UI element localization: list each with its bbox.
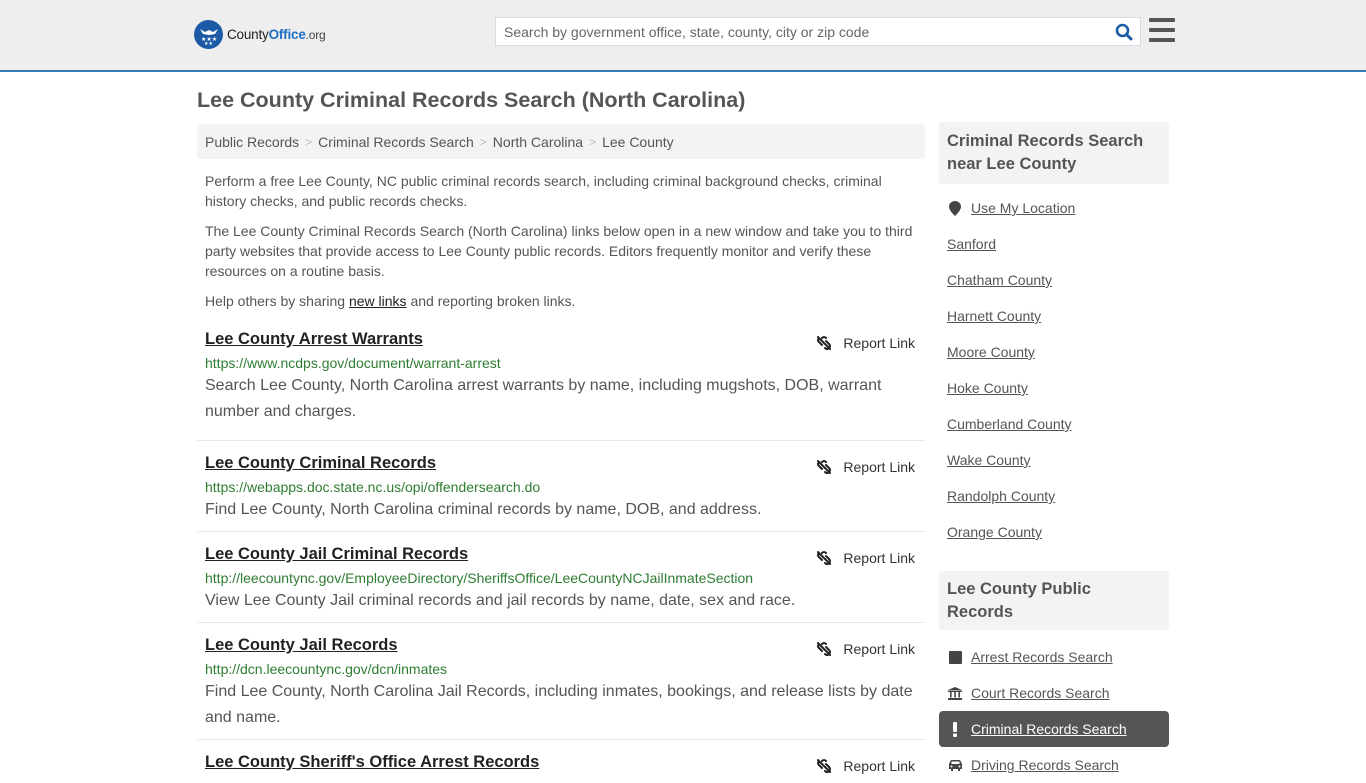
site-logo[interactable]: ★★★ ★★ CountyOffice.org [194,20,326,49]
nearby-item[interactable]: Moore County [947,334,1161,370]
nearby-item[interactable]: Hoke County [947,370,1161,406]
result-title-link[interactable]: Lee County Arrest Warrants [205,329,423,349]
hamburger-menu-button[interactable] [1149,18,1175,42]
breadcrumb-criminal-records-search[interactable]: Criminal Records Search [318,134,474,150]
main-content: Public Records > Criminal Records Search… [197,124,925,780]
intro-text: Perform a free Lee County, NC public cri… [197,171,925,311]
public-records-item[interactable]: Court Records Search [947,675,1161,711]
nearby-item[interactable]: Wake County [947,442,1161,478]
report-link-button[interactable]: Report Link [816,641,915,657]
nearby-list: Use My Location Sanford Chatham County H… [939,190,1169,550]
breadcrumb-separator: > [479,134,487,149]
broken-link-icon [817,336,832,350]
nearby-item[interactable]: Chatham County [947,262,1161,298]
menu-bar [1149,38,1175,42]
help-paragraph: Help others by sharing new links and rep… [205,293,576,309]
nearby-link-wake-county[interactable]: Wake County [947,452,1031,468]
nearby-link-randolph-county[interactable]: Randolph County [947,488,1055,504]
results-list: Lee County Arrest Warrants https://www.n… [197,329,925,780]
svg-text:★★: ★★ [204,41,213,45]
public-records-list: Arrest Records Search Court Records Sear… [939,639,1169,783]
result-title-link[interactable]: Lee County Jail Records [205,635,398,655]
broken-link-icon [817,759,832,773]
driving-records-search-link[interactable]: Driving Records Search [971,757,1119,773]
result-item: Lee County Jail Criminal Records http://… [197,532,925,623]
breadcrumb-separator: > [589,134,597,149]
nearby-link-cumberland-county[interactable]: Cumberland County [947,416,1072,432]
nearby-link-hoke-county[interactable]: Hoke County [947,380,1028,396]
result-url-link[interactable]: http://leecountync.gov/EmployeeDirectory… [205,569,917,587]
result-item: Lee County Criminal Records https://weba… [197,441,925,532]
courthouse-icon [947,686,963,700]
nearby-item[interactable]: Randolph County [947,478,1161,514]
nearby-item[interactable]: Cumberland County [947,406,1161,442]
use-my-location-item[interactable]: Use My Location [947,190,1161,226]
result-title-link[interactable]: Lee County Criminal Records [205,453,436,473]
result-description: Find Lee County, North Carolina criminal… [205,501,762,518]
car-icon [947,759,963,771]
broken-link-icon [817,642,832,656]
search-input[interactable] [496,18,1108,45]
report-link-button[interactable]: Report Link [816,758,915,774]
menu-bar [1149,28,1175,32]
result-description: Find Lee County, North Carolina Jail Rec… [205,683,913,726]
search-button[interactable] [1108,18,1140,45]
result-url-link[interactable]: https://www.ncdps.gov/document/warrant-a… [205,354,917,372]
result-description: Search Lee County, North Carolina arrest… [205,377,882,420]
breadcrumb: Public Records > Criminal Records Search… [197,124,925,159]
breadcrumb-public-records[interactable]: Public Records [205,134,299,150]
eagle-stars-logo-icon: ★★★ ★★ [194,20,223,49]
broken-link-icon [817,460,832,474]
nearby-item[interactable]: Orange County [947,514,1161,550]
logo-text: CountyOffice.org [227,27,326,42]
public-records-item[interactable]: Driving Records Search [947,747,1161,783]
nearby-item[interactable]: Sanford [947,226,1161,262]
result-url-link[interactable]: http://dcn.leecountync.gov/dcn/inmates [205,660,917,678]
criminal-records-search-link[interactable]: Criminal Records Search [971,721,1127,737]
public-records-item[interactable]: Arrest Records Search [947,639,1161,675]
result-item: Lee County Sheriff's Office Arrest Recor… [197,740,925,780]
report-link-button[interactable]: Report Link [816,335,915,351]
result-title-link[interactable]: Lee County Sheriff's Office Arrest Recor… [205,752,539,772]
menu-bar [1149,18,1175,22]
square-icon [947,650,963,664]
report-link-button[interactable]: Report Link [816,459,915,475]
arrest-records-search-link[interactable]: Arrest Records Search [971,649,1113,665]
nearby-heading: Criminal Records Search near Lee County [939,122,1169,184]
result-item: Lee County Arrest Warrants https://www.n… [197,329,925,441]
exclamation-icon [947,721,963,737]
broken-link-icon [817,551,832,565]
court-records-search-link[interactable]: Court Records Search [971,685,1110,701]
breadcrumb-separator: > [305,134,313,149]
intro-paragraph: Perform a free Lee County, NC public cri… [205,173,882,209]
nearby-link-sanford[interactable]: Sanford [947,236,996,252]
use-my-location-link[interactable]: Use My Location [971,200,1075,216]
map-pin-icon [947,200,963,216]
result-url-link[interactable]: https://webapps.doc.state.nc.us/opi/offe… [205,478,917,496]
nearby-link-harnett-county[interactable]: Harnett County [947,308,1041,324]
public-records-item-active[interactable]: Criminal Records Search [939,711,1169,747]
nearby-link-orange-county[interactable]: Orange County [947,524,1042,540]
page-title: Lee County Criminal Records Search (Nort… [197,88,746,112]
public-records-heading: Lee County Public Records [939,571,1169,630]
result-description: View Lee County Jail criminal records an… [205,592,796,609]
breadcrumb-north-carolina[interactable]: North Carolina [493,134,583,150]
site-header: ★★★ ★★ CountyOffice.org [0,0,1366,72]
breadcrumb-lee-county[interactable]: Lee County [602,134,674,150]
sidebar: Criminal Records Search near Lee County … [939,122,1169,783]
search-icon [1115,23,1133,40]
result-title-link[interactable]: Lee County Jail Criminal Records [205,544,468,564]
search-bar [495,17,1141,46]
report-link-button[interactable]: Report Link [816,550,915,566]
intro-paragraph: The Lee County Criminal Records Search (… [205,223,913,279]
nearby-link-moore-county[interactable]: Moore County [947,344,1035,360]
nearby-item[interactable]: Harnett County [947,298,1161,334]
result-item: Lee County Jail Records http://dcn.leeco… [197,623,925,740]
nearby-link-chatham-county[interactable]: Chatham County [947,272,1052,288]
new-links-link[interactable]: new links [349,293,407,309]
